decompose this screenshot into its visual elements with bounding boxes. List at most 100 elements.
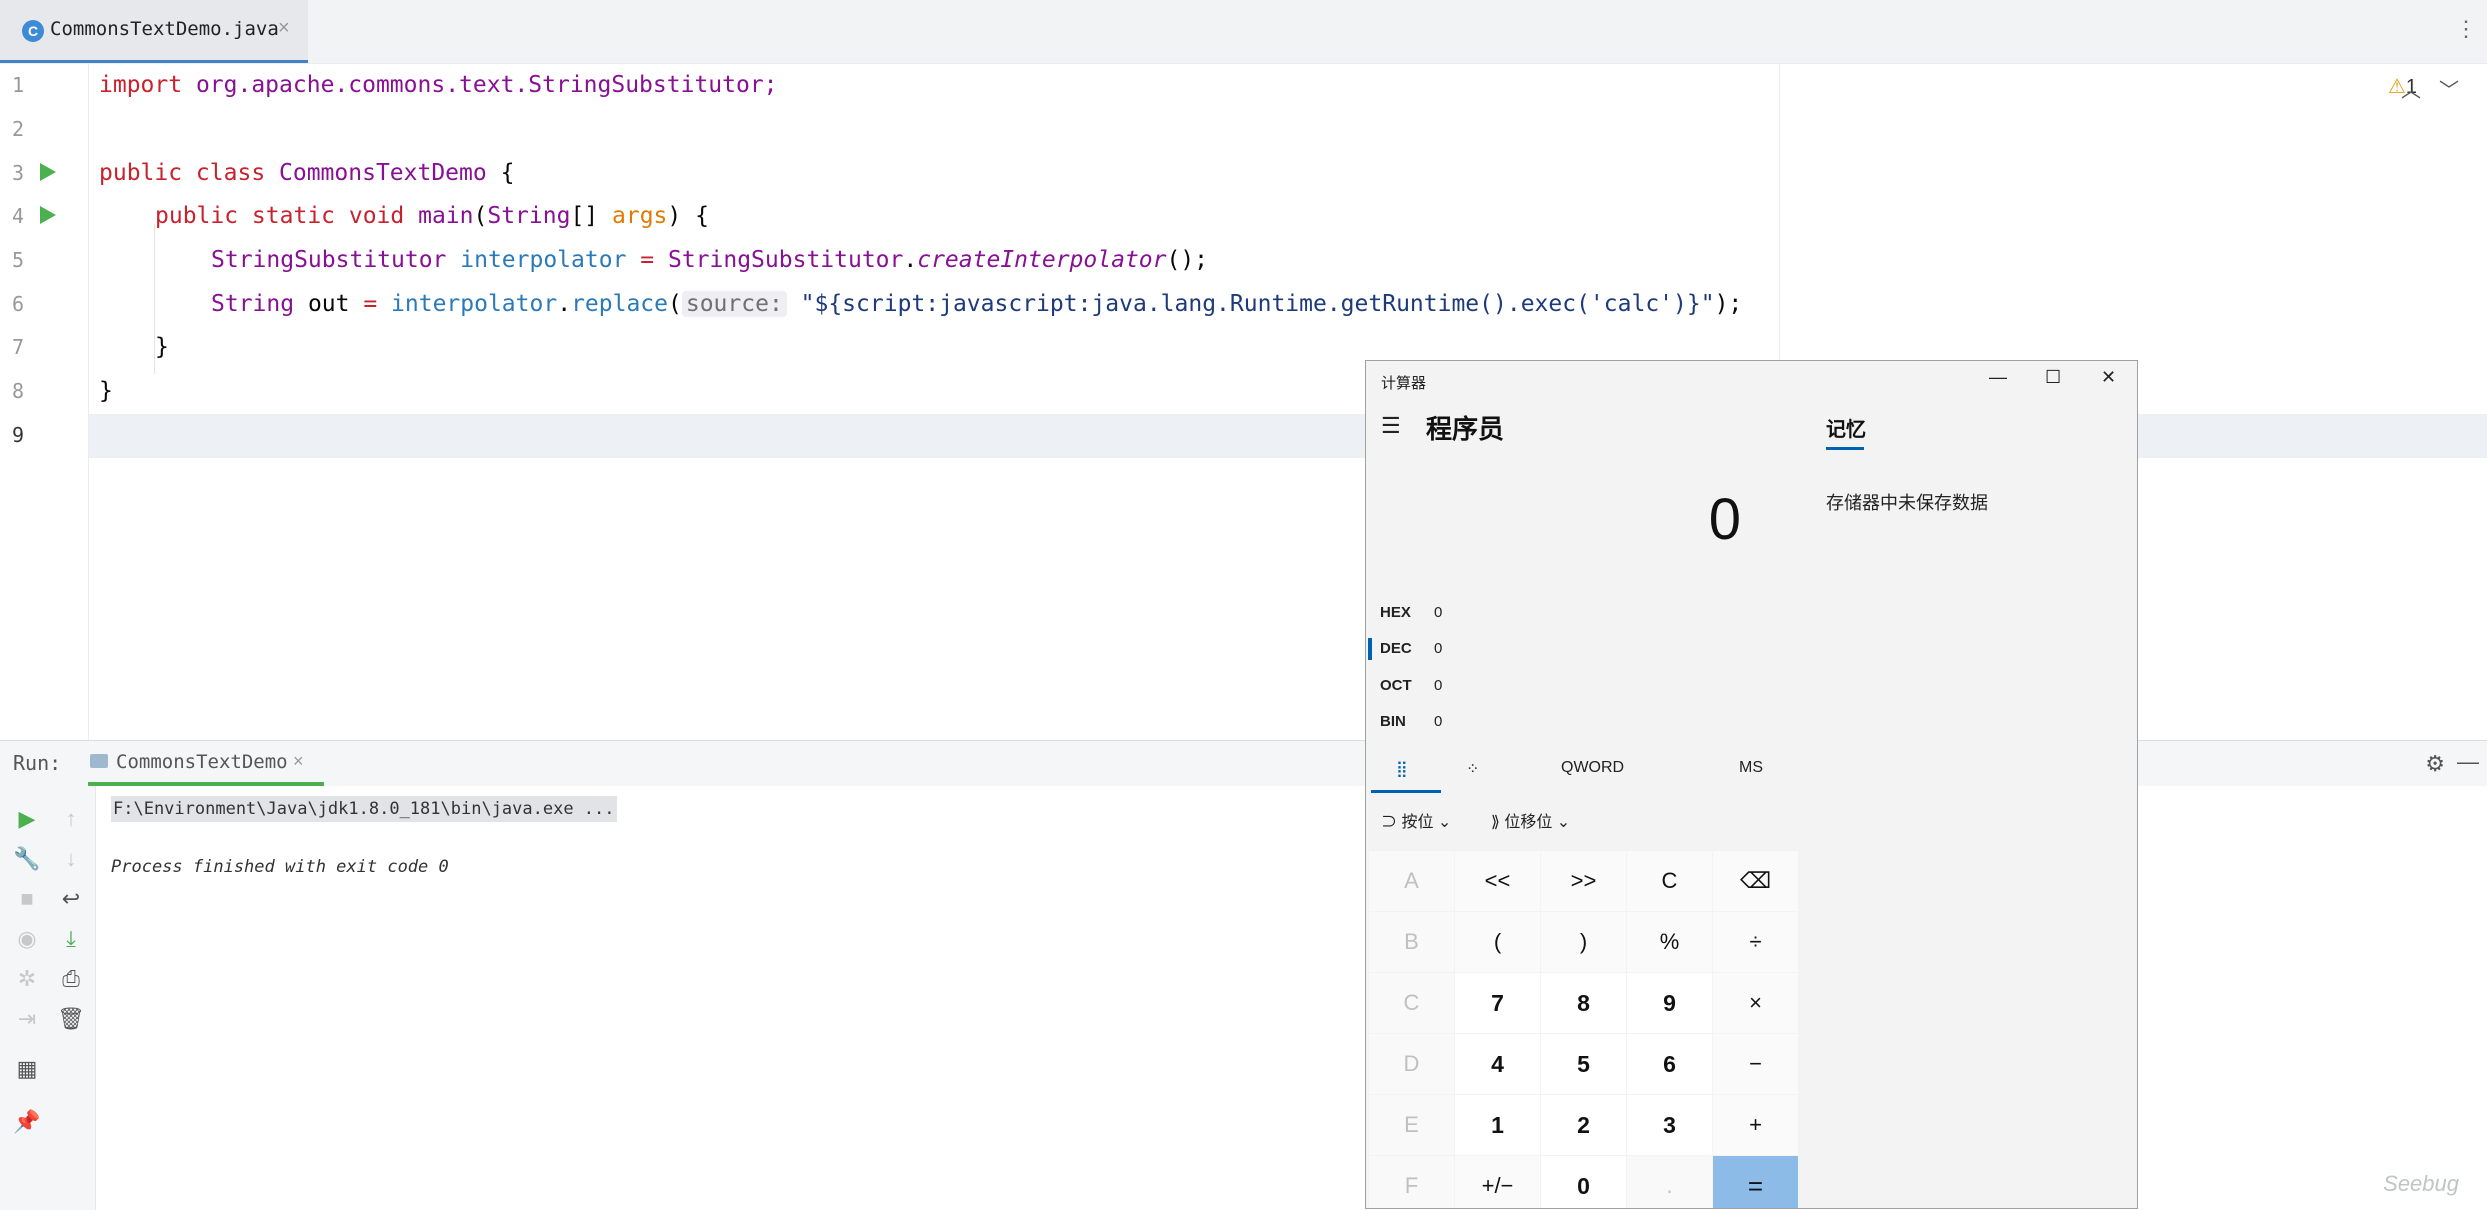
- print-icon[interactable]: ⎙: [57, 966, 85, 992]
- wrench-icon[interactable]: 🔧: [13, 846, 41, 872]
- key-negate[interactable]: +/−: [1455, 1156, 1540, 1208]
- command-line[interactable]: F:\Environment\Java\jdk1.8.0_181\bin\jav…: [111, 796, 617, 822]
- keyword: public static void: [155, 203, 405, 229]
- key-c[interactable]: C: [1369, 973, 1454, 1033]
- run-config-label: CommonsTextDemo: [116, 751, 288, 773]
- camera-icon[interactable]: ◉: [13, 926, 41, 952]
- radix-oct[interactable]: OCT 0: [1380, 677, 1442, 694]
- console-icon: [90, 754, 108, 768]
- keypad-icon[interactable]: ⣿: [1396, 759, 1408, 779]
- key-4[interactable]: 4: [1455, 1034, 1540, 1094]
- punct: (: [668, 291, 682, 317]
- rerun-icon[interactable]: ▶: [13, 806, 41, 832]
- down-icon[interactable]: ↓: [57, 846, 85, 872]
- key-0[interactable]: 0: [1541, 1156, 1626, 1208]
- previous-warning-icon[interactable]: ︿: [2401, 80, 2439, 102]
- key-9[interactable]: 9: [1627, 973, 1712, 1033]
- key-decimal[interactable]: .: [1627, 1156, 1712, 1208]
- code-line-1: import org.apache.commons.text.StringSub…: [99, 72, 778, 98]
- key-percent[interactable]: %: [1627, 912, 1712, 972]
- key-b[interactable]: B: [1369, 912, 1454, 972]
- soft-wrap-icon[interactable]: ↩: [57, 886, 85, 912]
- radix-label: OCT: [1380, 677, 1412, 694]
- exit-icon[interactable]: ⇥: [13, 1006, 41, 1032]
- radix-value: 0: [1434, 640, 1443, 657]
- pin-icon[interactable]: 📌: [13, 1109, 41, 1135]
- bitshift-dropdown[interactable]: ⟫ 位移位 ⌄: [1491, 808, 1570, 832]
- file-tab[interactable]: C CommonsTextDemo.java ×: [0, 0, 308, 63]
- key-6[interactable]: 6: [1627, 1034, 1712, 1094]
- layout-icon[interactable]: ▦: [13, 1056, 41, 1082]
- key-backspace[interactable]: ⌫: [1713, 851, 1798, 911]
- window-title: 计算器: [1381, 375, 1427, 392]
- scroll-to-end-icon[interactable]: ⤓: [57, 926, 85, 952]
- key-divide[interactable]: ÷: [1713, 912, 1798, 972]
- run-main-icon[interactable]: [40, 206, 56, 224]
- key-equals[interactable]: =: [1713, 1156, 1798, 1208]
- key-2[interactable]: 2: [1541, 1095, 1626, 1155]
- more-options-icon[interactable]: ⋮: [2455, 16, 2477, 42]
- class-ref: StringSubstitutor: [667, 247, 904, 273]
- radix-label: HEX: [1380, 604, 1411, 621]
- key-add[interactable]: +: [1713, 1095, 1798, 1155]
- next-warning-icon[interactable]: ﹀: [2439, 80, 2477, 102]
- punct: ) {: [667, 203, 709, 229]
- key-f[interactable]: F: [1369, 1156, 1454, 1208]
- menu-icon[interactable]: ☰: [1381, 413, 1401, 439]
- import-path: org.apache.commons.text.StringSubstituto…: [182, 72, 778, 98]
- key-open-paren[interactable]: (: [1455, 912, 1540, 972]
- variable: out: [294, 291, 350, 317]
- line-number: 9: [12, 423, 25, 447]
- word-size-button[interactable]: QWORD: [1561, 759, 1624, 777]
- run-class-icon[interactable]: [40, 163, 56, 181]
- memory-tab[interactable]: 记忆: [1826, 413, 1866, 442]
- punct: []: [570, 203, 612, 229]
- operator: =: [626, 247, 668, 273]
- maximize-window-icon[interactable]: ☐: [2045, 367, 2061, 388]
- type: String: [211, 291, 295, 317]
- punct: {: [486, 160, 515, 186]
- calculator-window[interactable]: 计算器 — ☐ ✕ ☰ 程序员 0 HEX 0 DEC 0 OCT 0 BIN 0 记忆…: [1365, 360, 2138, 1209]
- method-name: main: [404, 203, 474, 229]
- key-shift-right[interactable]: >>: [1541, 851, 1626, 911]
- key-subtract[interactable]: −: [1713, 1034, 1798, 1094]
- code-line-7: }: [155, 334, 169, 360]
- run-config-tab[interactable]: CommonsTextDemo ×: [88, 741, 324, 786]
- close-window-icon[interactable]: ✕: [2101, 367, 2116, 388]
- close-run-tab-icon[interactable]: ×: [293, 751, 304, 772]
- radix-hex[interactable]: HEX 0: [1380, 604, 1442, 621]
- radix-bin[interactable]: BIN 0: [1380, 713, 1442, 730]
- key-multiply[interactable]: ×: [1713, 973, 1798, 1033]
- key-clear[interactable]: C: [1627, 851, 1712, 911]
- minimize-icon[interactable]: —: [2457, 749, 2479, 775]
- key-close-paren[interactable]: ): [1541, 912, 1626, 972]
- bitwise-dropdown[interactable]: ⊃ 按位 ⌄: [1381, 808, 1451, 832]
- stop-icon[interactable]: ■: [13, 886, 41, 912]
- debug-icon[interactable]: ✲: [13, 966, 41, 992]
- keypad-underline: [1371, 790, 1441, 793]
- chevron-down-icon: ⌄: [1433, 814, 1452, 831]
- key-3[interactable]: 3: [1627, 1095, 1712, 1155]
- trash-icon[interactable]: 🗑: [57, 1006, 85, 1032]
- up-icon[interactable]: ↑: [57, 806, 85, 832]
- bit-toggle-icon[interactable]: ⁘: [1466, 759, 1479, 779]
- calculator-display: 0: [1708, 487, 1741, 552]
- memory-store-button[interactable]: MS: [1739, 759, 1763, 777]
- radix-dec[interactable]: DEC 0: [1380, 640, 1442, 657]
- gear-icon[interactable]: ⚙: [2425, 751, 2445, 777]
- minimize-window-icon[interactable]: —: [1989, 367, 2007, 388]
- warning-navigation[interactable]: ︿﹀: [2401, 74, 2477, 103]
- line-number: 3: [12, 161, 25, 185]
- key-1[interactable]: 1: [1455, 1095, 1540, 1155]
- key-5[interactable]: 5: [1541, 1034, 1626, 1094]
- memory-tab-underline: [1826, 447, 1864, 450]
- operator: =: [349, 291, 392, 317]
- key-8[interactable]: 8: [1541, 973, 1626, 1033]
- key-a[interactable]: A: [1369, 851, 1454, 911]
- active-radix-indicator: [1368, 638, 1372, 660]
- key-e[interactable]: E: [1369, 1095, 1454, 1155]
- key-7[interactable]: 7: [1455, 973, 1540, 1033]
- key-d[interactable]: D: [1369, 1034, 1454, 1094]
- key-shift-left[interactable]: <<: [1455, 851, 1540, 911]
- close-tab-icon[interactable]: ×: [278, 17, 290, 40]
